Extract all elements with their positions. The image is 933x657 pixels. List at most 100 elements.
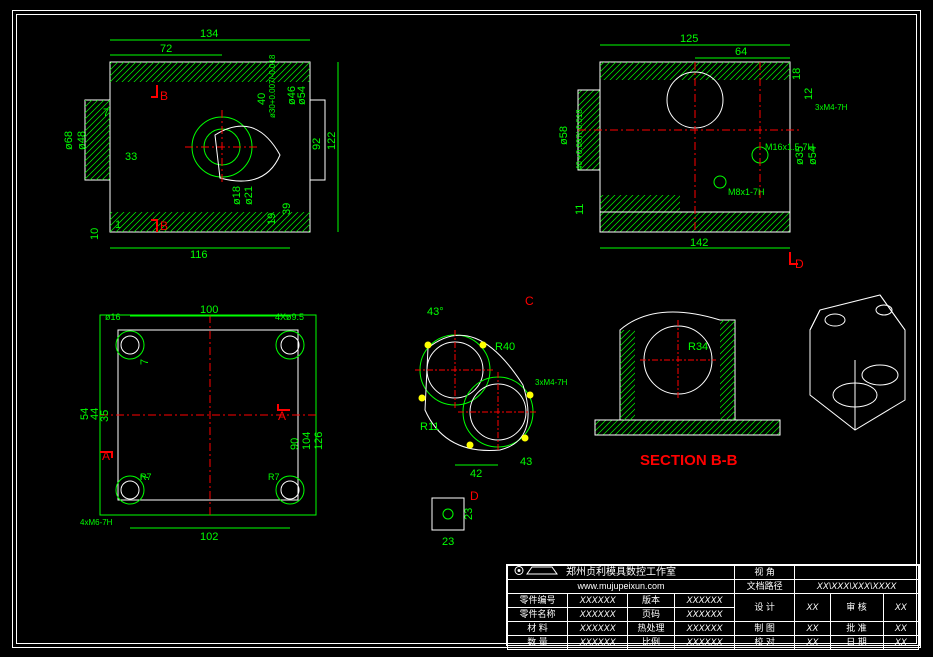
detail-d — [432, 498, 464, 530]
s2v2: XX — [883, 636, 918, 650]
dim: 12 — [803, 88, 815, 100]
dim: 4xM6-7H — [80, 518, 113, 527]
r0k: 零件编号 — [508, 594, 568, 608]
s0k2: 审 核 — [830, 594, 883, 622]
dim: 42 — [470, 468, 482, 480]
r0v2: XXXXXX — [675, 594, 735, 608]
route-label: 文档路径 — [735, 580, 795, 594]
sec-b: B — [160, 89, 168, 103]
dim: 104 — [301, 432, 313, 450]
r3k2: 比例 — [628, 636, 675, 650]
dim: 64 — [735, 46, 747, 58]
dim: 125 — [680, 33, 698, 45]
dim: ø48 — [76, 131, 88, 150]
dim: 23 — [442, 536, 454, 548]
s2k: 校 对 — [735, 636, 795, 650]
url: www.mujupeixun.com — [508, 580, 735, 594]
drawing-svg: 134 72 40 122 92 39 19 ø68 ø48 ø54 ø46 ø… — [0, 0, 933, 657]
top-dims: 100 102 54 44 35 90 104 126 ø16 4Xø9.5 R… — [79, 304, 325, 543]
r0k2: 版本 — [628, 594, 675, 608]
dim: 43° — [427, 306, 444, 318]
dim: ø18 — [231, 186, 243, 205]
dim: 3xM4-7H — [815, 103, 848, 112]
cad-drawing-canvas: 134 72 40 122 92 39 19 ø68 ø48 ø54 ø46 ø… — [0, 0, 933, 657]
s1v2: XX — [883, 622, 918, 636]
route-val: XX\XXX\XXX\XXXX — [795, 580, 919, 594]
dim: 122 — [326, 132, 338, 150]
r3k: 数 量 — [508, 636, 568, 650]
dim: 7 — [103, 107, 109, 119]
r2v: XXXXXX — [568, 622, 628, 636]
dim: 43 — [520, 456, 532, 468]
dim: 102 — [200, 531, 218, 543]
dim: 18 — [791, 68, 803, 80]
dim: 100 — [200, 304, 218, 316]
s2k2: 日 期 — [830, 636, 883, 650]
section-bb — [595, 312, 780, 435]
dim: 134 — [200, 28, 218, 40]
r0v: XXXXXX — [568, 594, 628, 608]
dim: 7 — [139, 474, 151, 480]
dim: R7 — [268, 472, 280, 482]
dim: 142 — [690, 237, 708, 249]
dim: 116 — [190, 249, 208, 261]
dim: ø46 — [286, 86, 298, 105]
r3v2: XXXXXX — [675, 636, 735, 650]
dim: ø58 — [558, 126, 570, 145]
r1v2: XXXXXX — [675, 608, 735, 622]
r1v: XXXXXX — [568, 608, 628, 622]
dim: 19 — [266, 213, 278, 225]
dim: R11 — [420, 421, 439, 433]
s0k: 设 计 — [735, 594, 795, 622]
dim: 33 — [125, 151, 137, 163]
r2v2: XXXXXX — [675, 622, 735, 636]
r1k2: 页码 — [628, 608, 675, 622]
sec-a: A — [278, 409, 286, 423]
section-label: SECTION B-B — [640, 452, 738, 469]
dim: 40 +0.007/-0.018 — [575, 109, 584, 170]
dim: 4Xø9.5 — [275, 312, 304, 322]
title-block: 郑州贞利模具数控工作室 视 角 www.mujupeixun.com 文档路径 … — [506, 564, 920, 646]
dim: 126 — [313, 432, 325, 450]
dim: 90 — [289, 438, 301, 450]
dim: ø16 — [105, 312, 121, 322]
detail-c — [415, 330, 538, 452]
r2k2: 热处理 — [628, 622, 675, 636]
dim: R40 — [495, 341, 515, 353]
detail-c-dims: 43° R40 3xM4-7H R11 42 43 — [420, 306, 568, 480]
iso-view — [810, 295, 905, 430]
dim: 35 — [99, 410, 111, 422]
s0v: XX — [795, 594, 830, 622]
dim: R34 — [688, 341, 708, 353]
s1k: 制 图 — [735, 622, 795, 636]
section-mark-b: B B — [151, 85, 168, 233]
dim: 40 — [256, 93, 268, 105]
dim: 7 — [139, 359, 151, 365]
dim: ø68 — [63, 131, 75, 150]
section-mark-a: A A — [100, 404, 290, 463]
dim: M8x1-7H — [728, 187, 765, 197]
label-d: D — [470, 489, 479, 503]
dim: 23 — [463, 508, 475, 520]
dim: 3xM4-7H — [535, 378, 568, 387]
dim: 11 — [574, 204, 586, 215]
sec-b: B — [160, 219, 168, 233]
dim: 92 — [311, 138, 323, 150]
s1v: XX — [795, 622, 830, 636]
dim: 10 — [89, 228, 101, 240]
dim: 72 — [160, 43, 172, 55]
dim: M16x1.5-7H — [765, 142, 814, 152]
s2v: XX — [795, 636, 830, 650]
r1k: 零件名称 — [508, 608, 568, 622]
r3v: XXXXXX — [568, 636, 628, 650]
s1k2: 批 准 — [830, 622, 883, 636]
r2k: 材 料 — [508, 622, 568, 636]
dim: ø30+0.007/-0.018 — [268, 54, 277, 118]
projection-symbol — [795, 566, 919, 580]
proj-label: 视 角 — [735, 566, 795, 580]
s0v2: XX — [883, 594, 918, 622]
dim: 39 — [281, 203, 293, 215]
dim: ø21 — [243, 186, 255, 205]
label-c: C — [525, 294, 534, 308]
dim: 1 — [115, 219, 121, 231]
